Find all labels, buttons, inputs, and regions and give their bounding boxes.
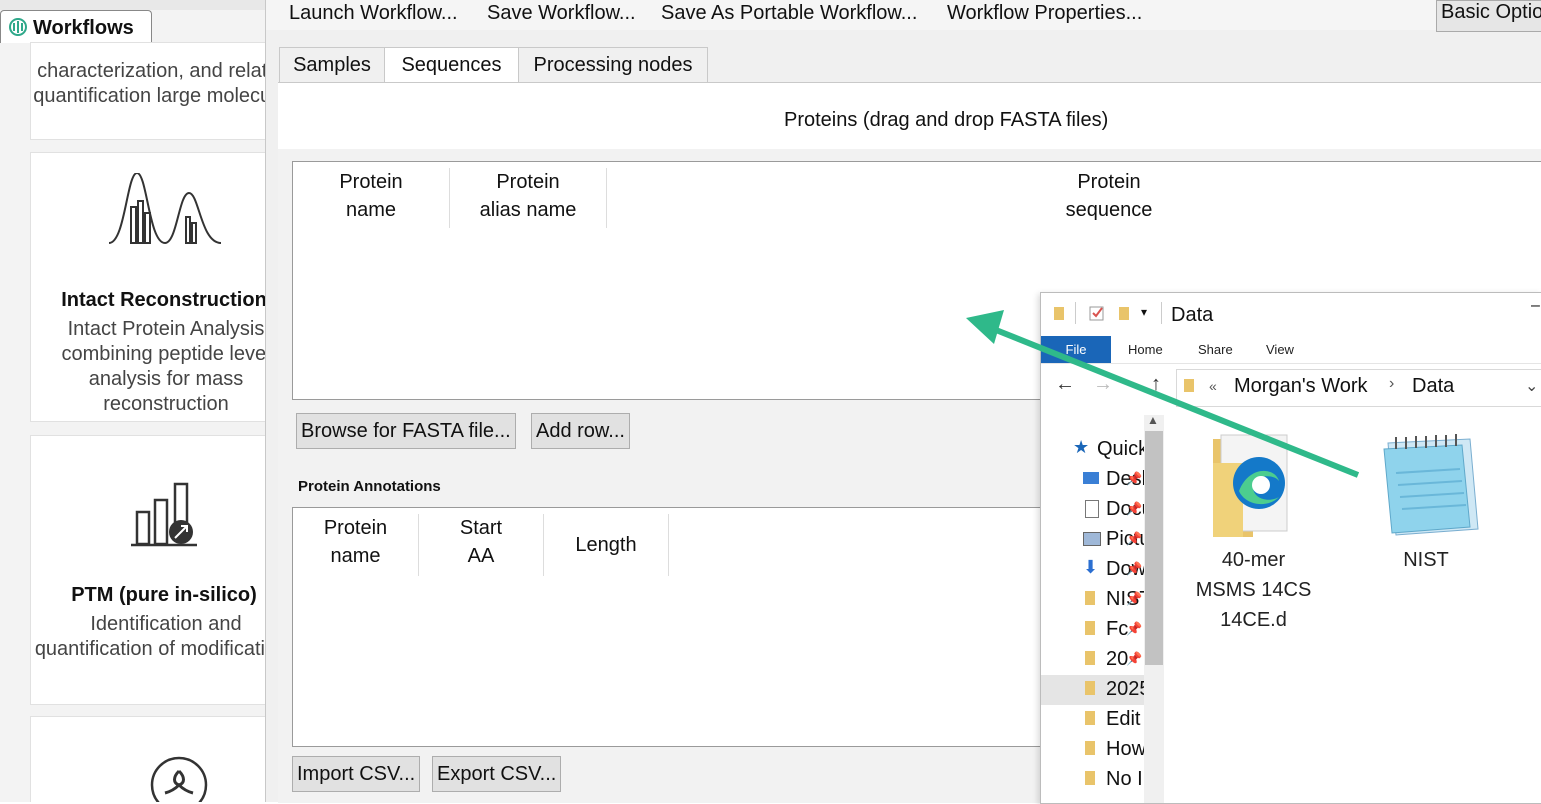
drag-arrow-overlay xyxy=(966,310,1360,478)
drag-arrow-shaft xyxy=(994,327,1360,478)
drag-arrow-head xyxy=(966,310,1004,344)
